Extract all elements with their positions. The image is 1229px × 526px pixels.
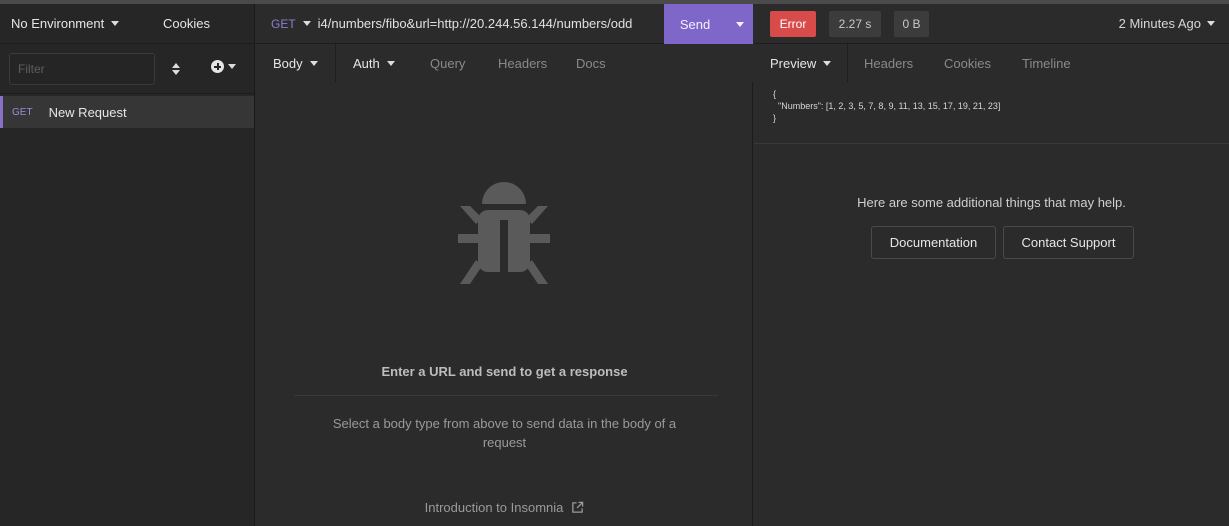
filter-input[interactable] (9, 52, 155, 85)
json-body-line: "Numbers": [1, 2, 3, 5, 7, 8, 9, 11, 13,… (778, 101, 1001, 111)
tab-body[interactable]: Body (256, 44, 336, 82)
documentation-button[interactable]: Documentation (871, 226, 996, 259)
url-input[interactable]: i4/numbers/fibo&url=http://20.244.56.144… (318, 16, 648, 31)
sort-icon[interactable] (170, 59, 182, 79)
caret-down-icon (228, 64, 236, 69)
request-method-label: GET (12, 106, 33, 118)
method-label: GET (271, 16, 296, 31)
response-time-badge: 2.27 s (829, 10, 881, 37)
plus-circle-icon (211, 60, 224, 73)
send-button[interactable]: Send (664, 17, 726, 32)
sidebar-filter-row (0, 44, 254, 94)
introduction-link[interactable]: Introduction to Insomnia (256, 500, 753, 515)
contact-support-button[interactable]: Contact Support (1003, 226, 1134, 259)
divider (294, 395, 718, 396)
response-status-bar: Error 2.27 s 0 B 2 Minutes Ago (754, 4, 1229, 44)
tab-preview[interactable]: Preview (754, 44, 848, 82)
help-text: Here are some additional things that may… (857, 195, 1126, 210)
history-dropdown[interactable]: 2 Minutes Ago (1119, 16, 1215, 31)
request-name: New Request (48, 104, 127, 120)
caret-down-icon (823, 60, 832, 66)
method-selector[interactable]: GET (256, 17, 311, 31)
url-bar: GET i4/numbers/fibo&url=http://20.244.56… (256, 4, 753, 44)
introduction-link-label: Introduction to Insomnia (424, 500, 564, 515)
sidebar-request-item[interactable]: GET New Request (0, 96, 254, 128)
response-tabs: Preview Headers Cookies Timeline (754, 44, 1229, 82)
send-options-button[interactable] (726, 21, 753, 27)
tab-preview-label: Preview (770, 55, 817, 71)
tab-timeline[interactable]: Timeline (1006, 44, 1086, 82)
cookies-button[interactable]: Cookies (163, 16, 210, 31)
empty-state-title: Enter a URL and send to get a response (381, 364, 628, 379)
external-link-icon (572, 501, 584, 513)
status-badge: Error (770, 10, 816, 37)
tab-body-label: Body (273, 55, 303, 71)
caret-down-icon (386, 60, 395, 66)
caret-down-icon (309, 60, 318, 66)
caret-down-icon (302, 21, 311, 26)
request-body-pane: Enter a URL and send to get a response S… (256, 82, 753, 526)
tab-query[interactable]: Query (424, 44, 492, 82)
add-request-button[interactable] (211, 60, 236, 73)
tab-headers[interactable]: Headers (492, 44, 572, 82)
tab-response-cookies[interactable]: Cookies (928, 44, 1006, 82)
environment-selector[interactable]: No Environment (11, 16, 120, 31)
json-close-brace: } (773, 113, 777, 123)
sidebar: No Environment Cookies GET New Request (0, 4, 255, 526)
request-tabs: Body Auth Query Headers Docs (256, 44, 753, 82)
environment-label: No Environment (11, 16, 105, 31)
app-window: No Environment Cookies GET New Request G… (0, 0, 1229, 526)
caret-down-icon (111, 21, 120, 26)
bug-icon (458, 182, 550, 284)
sidebar-header: No Environment Cookies (0, 4, 254, 44)
response-size-badge: 0 B (894, 10, 929, 37)
history-label: 2 Minutes Ago (1118, 16, 1201, 31)
tab-auth-label: Auth (353, 55, 380, 71)
send-button-group: Send (664, 4, 753, 44)
caret-down-icon (735, 21, 744, 27)
caret-down-icon (1207, 21, 1215, 26)
tab-docs[interactable]: Docs (572, 44, 632, 82)
tab-auth[interactable]: Auth (336, 44, 424, 82)
json-open-brace: { (773, 89, 777, 99)
tab-response-headers[interactable]: Headers (848, 44, 928, 82)
response-json-preview: { "Numbers": [1, 2, 3, 5, 7, 8, 9, 11, 1… (754, 82, 1229, 144)
empty-state-description: Select a body type from above to send da… (332, 416, 677, 450)
